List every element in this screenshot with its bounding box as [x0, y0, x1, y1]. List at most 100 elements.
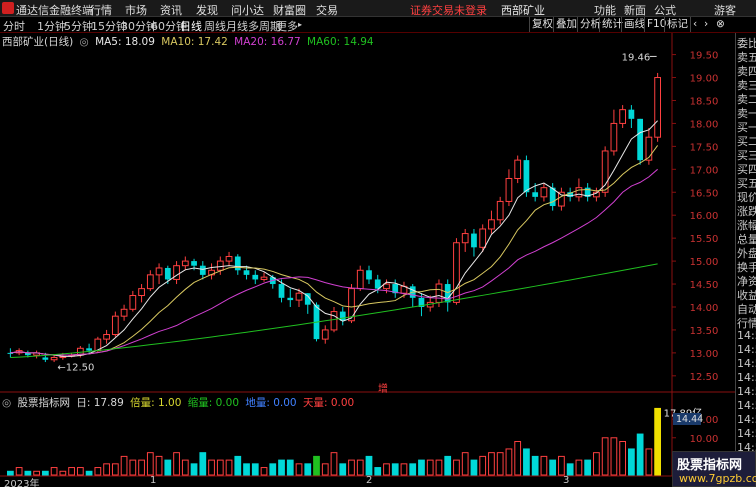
price-axis-label: 13.50: [690, 326, 719, 337]
volume-bar: [453, 459, 460, 476]
volume-bar: [216, 459, 224, 476]
candle-up: [225, 256, 233, 262]
volume-bar: [59, 470, 67, 476]
price-axis-label: 13.00: [690, 349, 719, 360]
volume-bar: [558, 455, 565, 476]
volume-bar: [129, 459, 137, 476]
candle-down: [523, 160, 530, 193]
volume-bar: [391, 463, 399, 476]
side-panel-row: 14:56: [737, 371, 756, 384]
candle-up: [321, 329, 329, 340]
price-axis-label: 15.00: [690, 257, 719, 268]
date-label-jan: 1: [150, 475, 157, 486]
volume-bar: [470, 459, 478, 476]
side-panel-row: 14:56: [737, 413, 756, 426]
volume-axis-label: 10.00: [690, 434, 719, 445]
candle-up: [260, 276, 268, 280]
volume-bar: [164, 459, 172, 476]
volume-bar: [68, 467, 75, 476]
candle-up: [383, 283, 390, 290]
candle-up: [295, 292, 303, 301]
candle-down: [191, 261, 197, 266]
date-label-year: 2023年: [4, 479, 40, 487]
volume-bar: [426, 459, 434, 476]
candle-down: [86, 348, 92, 351]
price-axis-label: 17.00: [690, 165, 719, 176]
volume-bar: [365, 455, 373, 476]
price-axis-label: 14.00: [690, 303, 719, 314]
side-panel-row: 14:56: [737, 399, 756, 412]
price-axis-label: 19.00: [690, 74, 719, 85]
volume-bar: [295, 463, 303, 476]
candle-up: [330, 311, 338, 331]
volume-suo-label: 缩量: 0.00: [187, 397, 240, 409]
volume-bar: [540, 455, 548, 476]
volume-bar: [173, 452, 180, 476]
price-axis-label: 18.00: [690, 119, 719, 130]
candle-up: [216, 260, 224, 271]
volume-bar: [400, 463, 408, 476]
volume-di-label: 地量: 0.00: [245, 397, 297, 409]
candle-down: [243, 270, 250, 275]
volume-bar: [103, 463, 110, 476]
low-price-label: ←12.50: [57, 362, 94, 373]
candle-down: [366, 270, 372, 280]
volume-settings-icon[interactable]: ◎: [2, 397, 11, 409]
candle-up: [610, 122, 618, 152]
side-panel-row: 14:56: [737, 329, 756, 342]
volume-bar: [234, 455, 242, 476]
volume-bar: [435, 459, 443, 476]
volume-bar: [76, 467, 84, 476]
volume-bar: [593, 452, 600, 476]
candle-up: [488, 219, 495, 230]
volume-bar: [444, 455, 452, 476]
volume-bar: [225, 459, 233, 476]
volume-bar: [138, 459, 145, 476]
volume-bar: [321, 463, 329, 476]
price-axis-label: 16.00: [690, 211, 719, 222]
volume-bar: [409, 463, 417, 476]
candle-down: [199, 265, 206, 275]
candle-up: [173, 265, 180, 280]
volume-bar: [636, 433, 644, 476]
volume-bar: [356, 459, 364, 476]
candle-up: [435, 283, 443, 303]
volume-bar: [15, 467, 23, 476]
volume-bar: [628, 448, 635, 476]
candle-down: [287, 297, 294, 301]
kline-chart[interactable]: 19.46 ←12.50 增 19.50 19.00 18.50 18.00 17.50 17…: [0, 0, 756, 487]
volume-bar: [505, 448, 513, 476]
side-panel-row: 14:56: [737, 357, 756, 370]
volume-bar: [645, 448, 653, 476]
candle-down: [234, 256, 241, 271]
volume-bar: [601, 437, 609, 476]
center-mark: 增: [378, 382, 388, 395]
candle-down: [444, 284, 451, 303]
volume-bar: [269, 463, 277, 476]
volume-info-line: ◎ 股票指标网 日: 17.89 倍量: 1.00 缩量: 0.00 地量: 0…: [2, 395, 357, 410]
volume-bar: [566, 463, 574, 476]
candle-up: [461, 233, 469, 244]
volume-marker-label: 14.44: [676, 414, 703, 425]
volume-bar: [111, 463, 119, 476]
volume-bar: [146, 452, 154, 476]
volume-bar: [155, 455, 163, 476]
candle-up: [146, 274, 154, 290]
volume-bar: [584, 459, 592, 476]
volume-bar: [304, 463, 312, 476]
candle-up: [129, 295, 137, 310]
volume-bar: [260, 467, 268, 476]
volume-bar: [374, 467, 382, 476]
volume-indicator-name[interactable]: 股票指标网: [18, 397, 71, 409]
high-price-label: 19.46: [622, 52, 651, 63]
candle-up: [654, 77, 662, 138]
candle-up: [103, 334, 110, 340]
candle-up: [505, 177, 513, 202]
candle-up: [50, 356, 58, 361]
volume-bar: [479, 455, 487, 476]
candle-up: [540, 187, 548, 198]
volume-bar: [41, 470, 49, 476]
volume-bar: [619, 441, 627, 476]
volume-bar: [523, 448, 530, 476]
date-axis: 2023年 1 2 3: [0, 475, 672, 487]
